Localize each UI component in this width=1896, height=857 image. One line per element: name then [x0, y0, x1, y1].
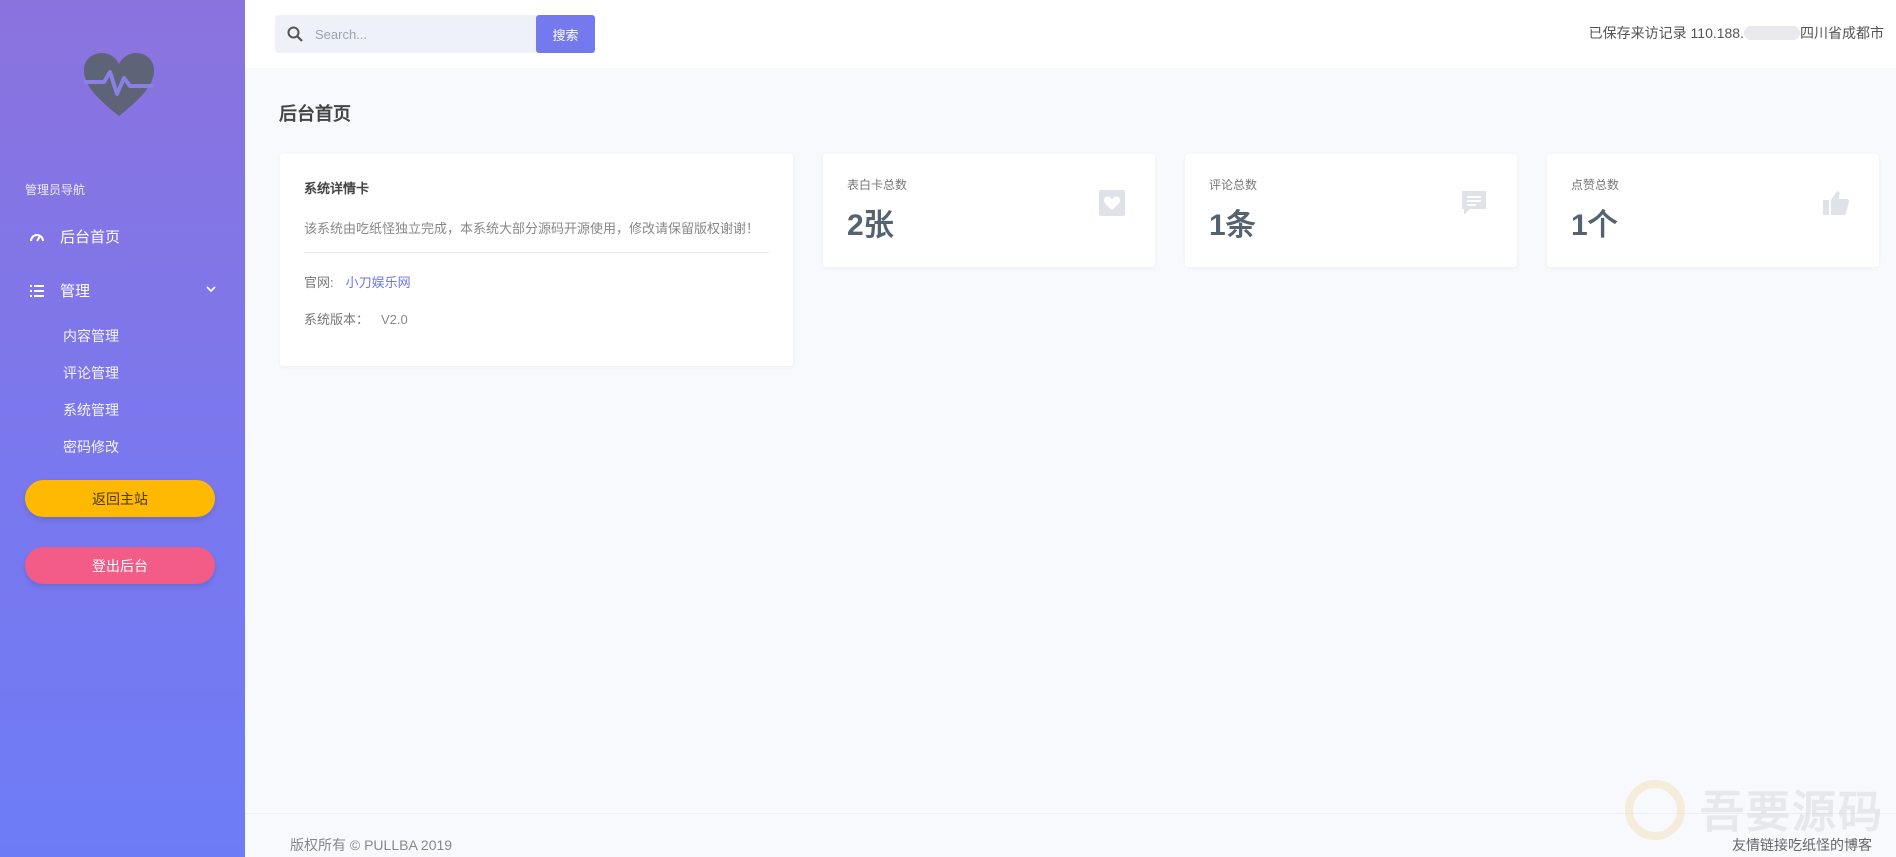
heart-card-icon [1097, 188, 1127, 218]
nav-heading: 管理员导航 [25, 183, 86, 197]
search-icon [287, 26, 303, 42]
sidebar-subitem-system[interactable]: 系统管理 [63, 400, 119, 420]
info-card-title: 系统详情卡 [304, 181, 370, 196]
friend-link[interactable]: 友情链接吃纸怪的博客 [1732, 835, 1872, 855]
version-label: 系统版本： [304, 312, 370, 327]
official-site-row: 官网: 小刀娱乐网 [304, 272, 411, 291]
stat-card-comments: 评论总数 1条 [1185, 154, 1517, 267]
list-icon [28, 282, 46, 300]
stat-card-confessions: 表白卡总数 2张 [823, 154, 1155, 267]
topbar: 搜索 已保存来访记录 110.188. 四川省成都市 [245, 0, 1896, 68]
stat-value: 1个 [1571, 209, 1618, 242]
search-input[interactable] [315, 15, 530, 53]
official-site-link[interactable]: 小刀娱乐网 [346, 275, 411, 290]
footer: 版权所有 © PULLBA 2019 友情链接吃纸怪的博客 [245, 813, 1896, 857]
sidebar-subitem-comments[interactable]: 评论管理 [63, 363, 119, 383]
search-button[interactable]: 搜索 [536, 15, 595, 53]
divider [304, 252, 769, 253]
stat-label: 点赞总数 [1571, 178, 1620, 192]
system-info-card: 系统详情卡 该系统由吃纸怪独立完成，本系统大部分源码开源使用，修改请保留版权谢谢… [280, 154, 793, 366]
logout-button[interactable]: 登出后台 [25, 547, 215, 584]
stat-label: 评论总数 [1209, 178, 1258, 192]
sidebar-item-home-label: 后台首页 [60, 229, 121, 246]
visit-record: 已保存来访记录 110.188. 四川省成都市 [1589, 23, 1884, 43]
visit-record-prefix: 已保存来访记录 110.188. [1588, 25, 1744, 41]
stat-value: 1条 [1209, 209, 1256, 242]
chevron-down-icon [204, 282, 218, 296]
sidebar-subitem-password[interactable]: 密码修改 [63, 437, 119, 457]
thumbs-up-icon [1821, 188, 1851, 218]
visit-record-location: 四川省成都市 [1800, 25, 1884, 41]
version-row: 系统版本： V2.0 [304, 309, 408, 328]
stat-value: 2张 [847, 209, 894, 242]
stat-label: 表白卡总数 [847, 178, 908, 192]
heart-pulse-logo-icon [82, 52, 156, 118]
redacted-ip [1744, 26, 1800, 40]
sidebar-item-manage-label: 管理 [60, 283, 91, 300]
official-site-label: 官网: [304, 275, 334, 290]
sidebar-item-manage[interactable]: 管理 [28, 280, 218, 301]
search-box [275, 15, 537, 53]
sidebar-subitem-content[interactable]: 内容管理 [63, 326, 119, 346]
info-card-description: 该系统由吃纸怪独立完成，本系统大部分源码开源使用，修改请保留版权谢谢！ [304, 221, 760, 236]
page-title: 后台首页 [279, 104, 351, 124]
sidebar: 管理员导航 后台首页 管理 内容管理 评论管理 系统管理 密码修改 返回主站 登… [0, 0, 245, 857]
sidebar-item-home[interactable]: 后台首页 [28, 226, 120, 247]
comment-icon [1459, 188, 1489, 218]
speedometer-icon [28, 228, 46, 246]
version-value: V2.0 [381, 312, 408, 327]
stat-card-likes: 点赞总数 1个 [1547, 154, 1879, 267]
copyright-text: 版权所有 © PULLBA 2019 [290, 837, 453, 853]
back-to-site-button[interactable]: 返回主站 [25, 480, 215, 517]
